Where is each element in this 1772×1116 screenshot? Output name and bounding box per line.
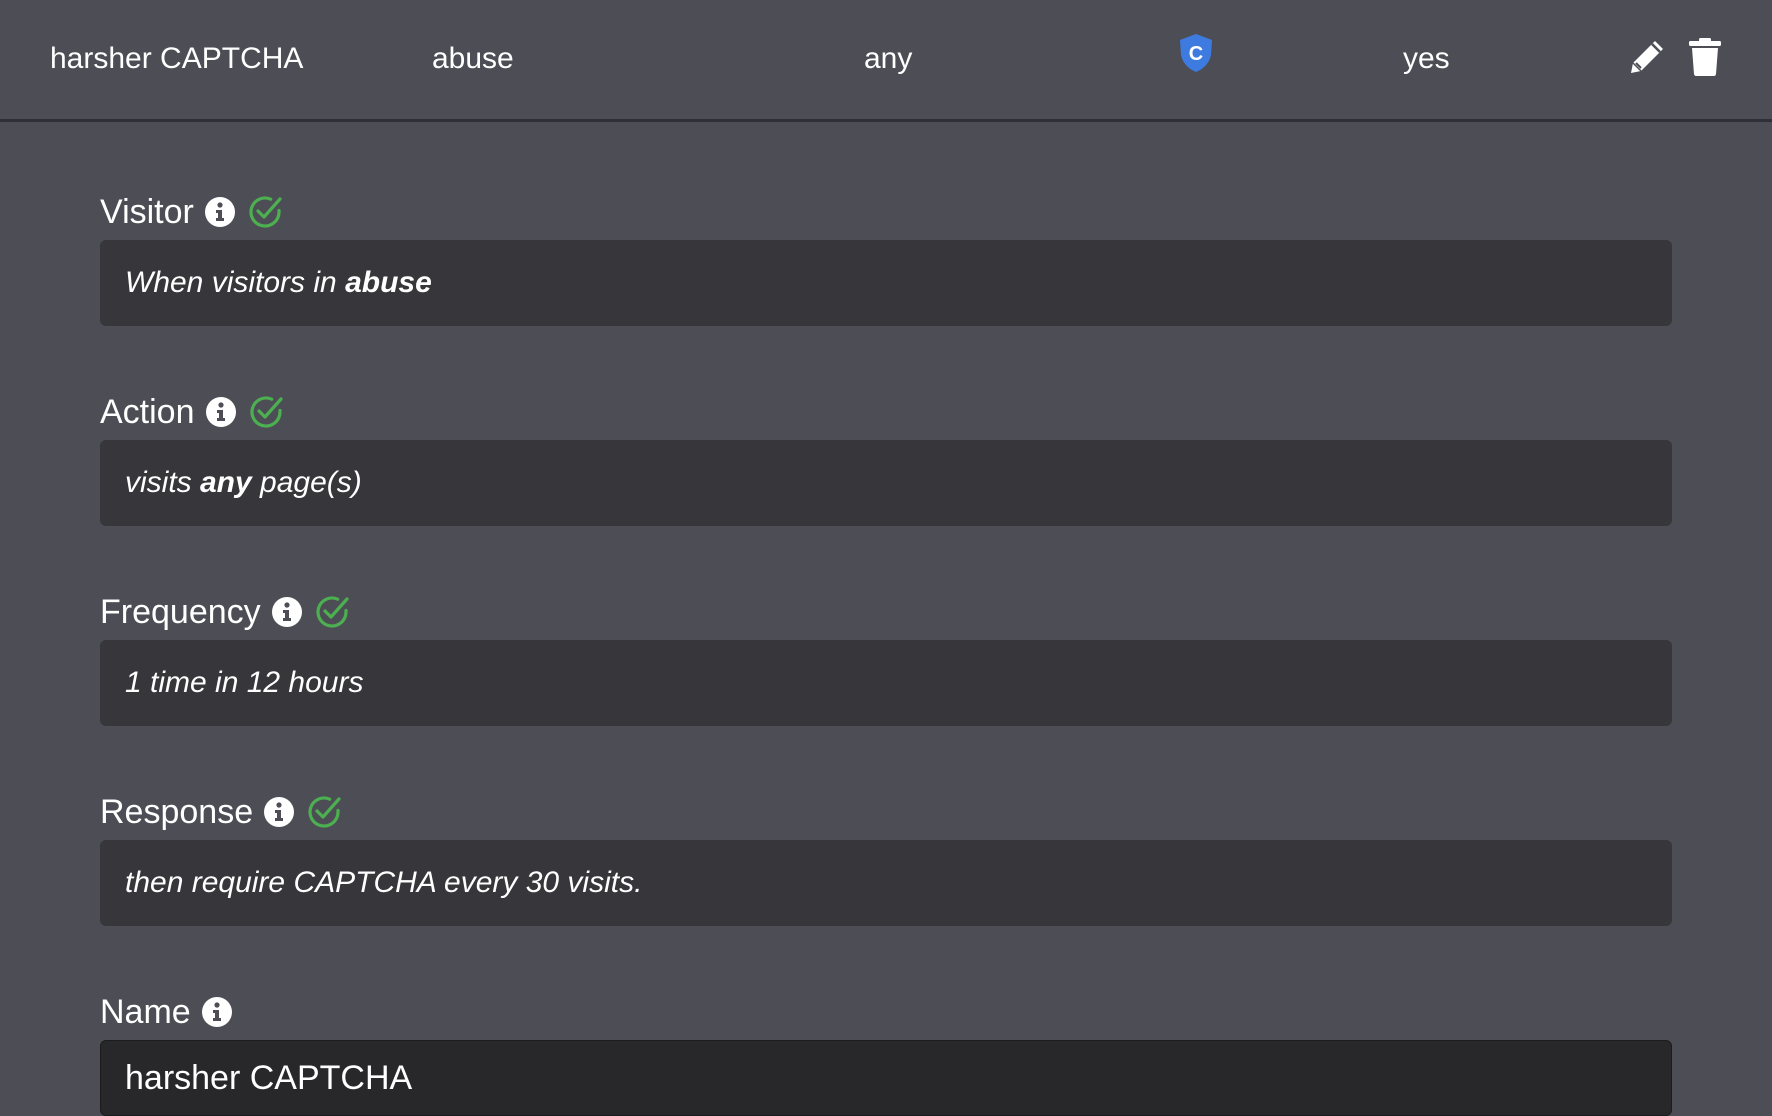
rule-form: Visitor When visitors in abuse Action vi… xyxy=(100,122,1672,1116)
rule-visitor: abuse xyxy=(432,42,514,75)
action-value-box[interactable]: visits any page(s) xyxy=(100,440,1672,526)
frequency-label: Frequency xyxy=(100,592,261,631)
action-text-suffix: page(s) xyxy=(251,466,362,499)
check-circle-icon xyxy=(247,393,285,431)
action-label: Action xyxy=(100,392,195,431)
check-circle-icon xyxy=(305,793,343,831)
action-text-prefix: visits xyxy=(125,466,200,499)
trash-icon[interactable] xyxy=(1688,38,1722,76)
check-circle-icon xyxy=(313,593,351,631)
svg-text:C: C xyxy=(1189,43,1203,65)
response-value-box[interactable]: then require CAPTCHA every 30 visits. xyxy=(100,840,1672,926)
rule-row: harsher CAPTCHA abuse any C yes xyxy=(0,0,1772,122)
name-label: Name xyxy=(100,992,191,1031)
check-circle-icon xyxy=(246,193,284,231)
info-icon[interactable] xyxy=(205,396,237,428)
info-icon[interactable] xyxy=(271,596,303,628)
captcha-shield-icon: C xyxy=(1178,33,1214,73)
info-icon[interactable] xyxy=(201,996,233,1028)
visitor-text-prefix: When visitors in xyxy=(125,266,346,299)
info-icon[interactable] xyxy=(263,796,295,828)
visitor-field-header: Visitor xyxy=(100,192,1672,232)
action-field-header: Action xyxy=(100,392,1672,432)
response-text: then require CAPTCHA every 30 visits. xyxy=(125,866,643,899)
frequency-value-box[interactable]: 1 time in 12 hours xyxy=(100,640,1672,726)
pencil-icon[interactable] xyxy=(1628,38,1666,76)
action-text-bold: any xyxy=(200,466,252,499)
visitor-value-box[interactable]: When visitors in abuse xyxy=(100,240,1672,326)
info-icon[interactable] xyxy=(204,196,236,228)
rule-name: harsher CAPTCHA xyxy=(50,42,304,75)
visitor-text-bold: abuse xyxy=(345,266,432,299)
frequency-text: 1 time in 12 hours xyxy=(125,666,364,699)
response-field-header: Response xyxy=(100,792,1672,832)
response-label: Response xyxy=(100,792,254,831)
name-input[interactable] xyxy=(100,1040,1672,1116)
frequency-field-header: Frequency xyxy=(100,592,1672,632)
visitor-label: Visitor xyxy=(100,192,194,231)
name-field-header: Name xyxy=(100,992,1672,1032)
rule-enabled: yes xyxy=(1403,42,1450,75)
rule-action: any xyxy=(864,42,913,75)
